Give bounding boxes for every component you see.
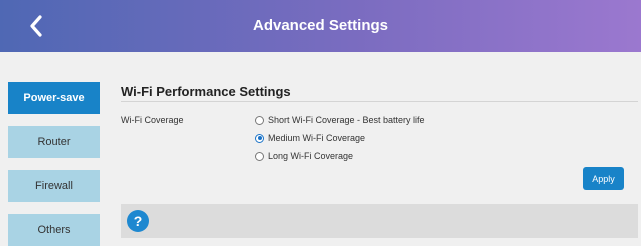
wifi-coverage-label: Wi-Fi Coverage — [121, 115, 184, 125]
radio-option-label: Medium Wi-Fi Coverage — [268, 133, 366, 143]
help-bar: ? — [121, 204, 638, 238]
sidebar-item-others[interactable]: Others — [8, 214, 100, 246]
radio-option-long[interactable]: Long Wi-Fi Coverage — [255, 151, 353, 161]
radio-option-label: Short Wi-Fi Coverage - Best battery life — [268, 115, 425, 125]
sidebar-item-router[interactable]: Router — [8, 126, 100, 158]
radio-option-short[interactable]: Short Wi-Fi Coverage - Best battery life — [255, 115, 425, 125]
question-circle-icon[interactable]: ? — [127, 210, 149, 232]
header-bar: Advanced Settings — [0, 0, 641, 52]
section-divider — [121, 101, 638, 102]
radio-button-selected[interactable] — [255, 133, 264, 143]
apply-button[interactable]: Apply — [583, 167, 624, 190]
radio-button[interactable] — [255, 115, 264, 125]
radio-option-label: Long Wi-Fi Coverage — [268, 151, 354, 161]
sidebar-item-firewall[interactable]: Firewall — [8, 170, 100, 202]
radio-option-medium[interactable]: Medium Wi-Fi Coverage — [255, 133, 365, 143]
page-title: Advanced Settings — [252, 17, 389, 34]
section-title: Wi-Fi Performance Settings — [121, 84, 291, 99]
radio-button[interactable] — [255, 151, 264, 161]
sidebar-item-power-save[interactable]: Power-save — [8, 82, 100, 114]
